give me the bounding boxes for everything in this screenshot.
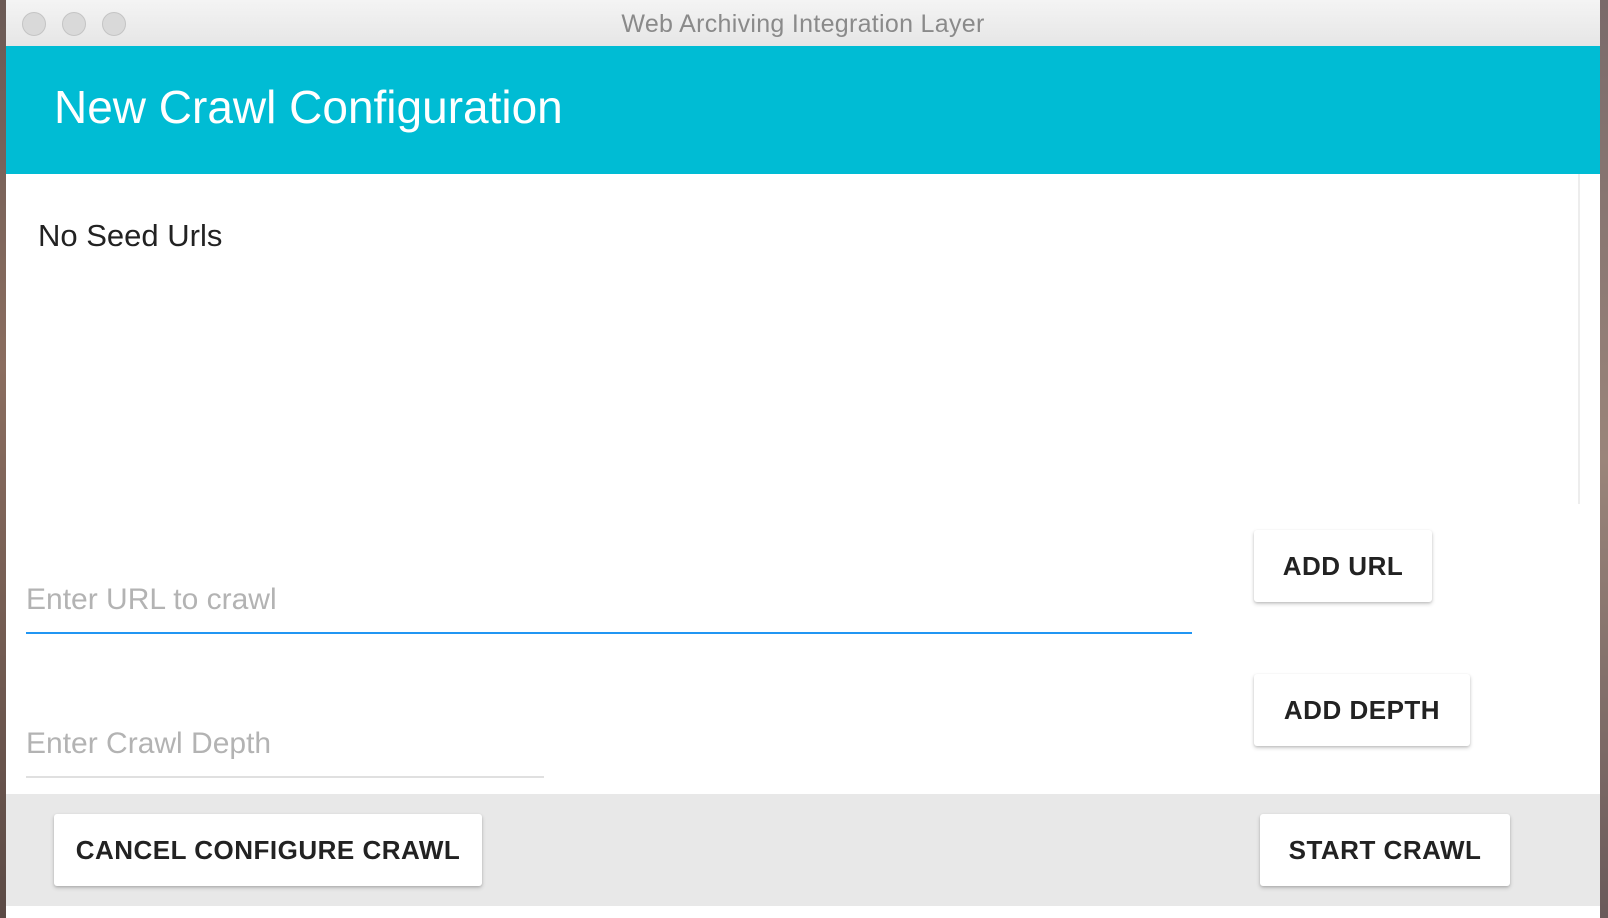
page-title: New Crawl Configuration xyxy=(54,81,563,133)
url-field xyxy=(26,580,1192,634)
depth-input-underline xyxy=(26,776,544,778)
start-crawl-button[interactable]: START CRAWL xyxy=(1260,814,1510,886)
cancel-configure-crawl-button[interactable]: CANCEL CONFIGURE CRAWL xyxy=(54,814,482,886)
seed-list-empty-text: No Seed Urls xyxy=(38,218,223,253)
dialog-actions: CANCEL CONFIGURE CRAWL START CRAWL xyxy=(6,794,1600,906)
window-titlebar[interactable]: Web Archiving Integration Layer xyxy=(6,0,1600,47)
add-url-button[interactable]: ADD URL xyxy=(1254,530,1432,602)
url-input-underline xyxy=(26,632,1192,634)
app-bar: New Crawl Configuration xyxy=(6,46,1600,174)
window-title: Web Archiving Integration Layer xyxy=(621,10,985,38)
app-window: Web Archiving Integration Layer New Craw… xyxy=(6,0,1600,918)
window-bottom-edge xyxy=(6,906,1600,918)
url-input[interactable] xyxy=(26,580,1192,620)
desktop-background-right xyxy=(1600,0,1608,918)
depth-field xyxy=(26,724,544,778)
seed-url-list[interactable]: No Seed Urls xyxy=(6,174,1580,504)
add-depth-button[interactable]: ADD DEPTH xyxy=(1254,674,1470,746)
crawl-depth-input[interactable] xyxy=(26,724,544,764)
